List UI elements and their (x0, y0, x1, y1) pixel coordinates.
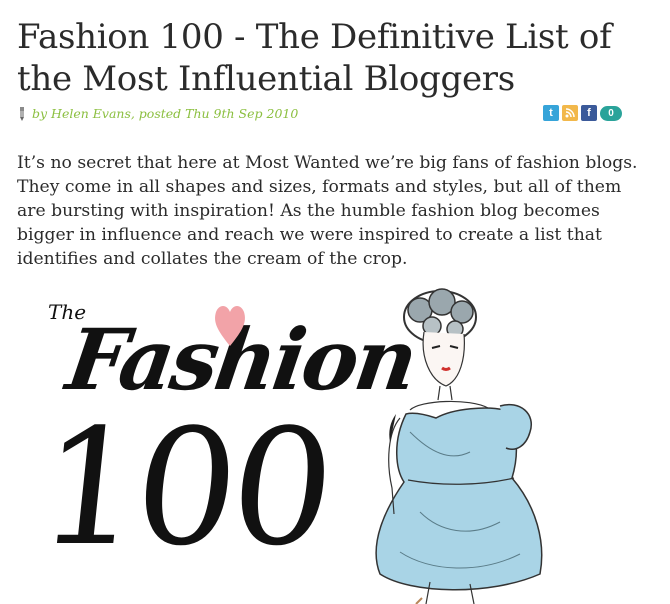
twitter-icon[interactable]: t (543, 105, 559, 121)
comment-bubble-icon[interactable]: 0 (600, 105, 622, 121)
facebook-icon[interactable]: f (581, 105, 597, 121)
byline-text: by Helen Evans, posted Thu 9th Sep 2010 (32, 106, 299, 121)
pen-icon (20, 106, 24, 121)
comment-count: 0 (608, 107, 614, 119)
heart-icon (215, 306, 245, 346)
fashion-illustration (375, 288, 543, 604)
logo-number: 100 (30, 394, 338, 581)
article-title[interactable]: Fashion 100 - The Definitive List of the… (17, 16, 657, 100)
byline: by Helen Evans, posted Thu 9th Sep 2010 (17, 106, 298, 121)
rss-icon[interactable] (562, 105, 578, 121)
article-intro: It’s no secret that here at Most Wanted … (17, 153, 638, 269)
share-bar: t f 0 (543, 105, 622, 121)
